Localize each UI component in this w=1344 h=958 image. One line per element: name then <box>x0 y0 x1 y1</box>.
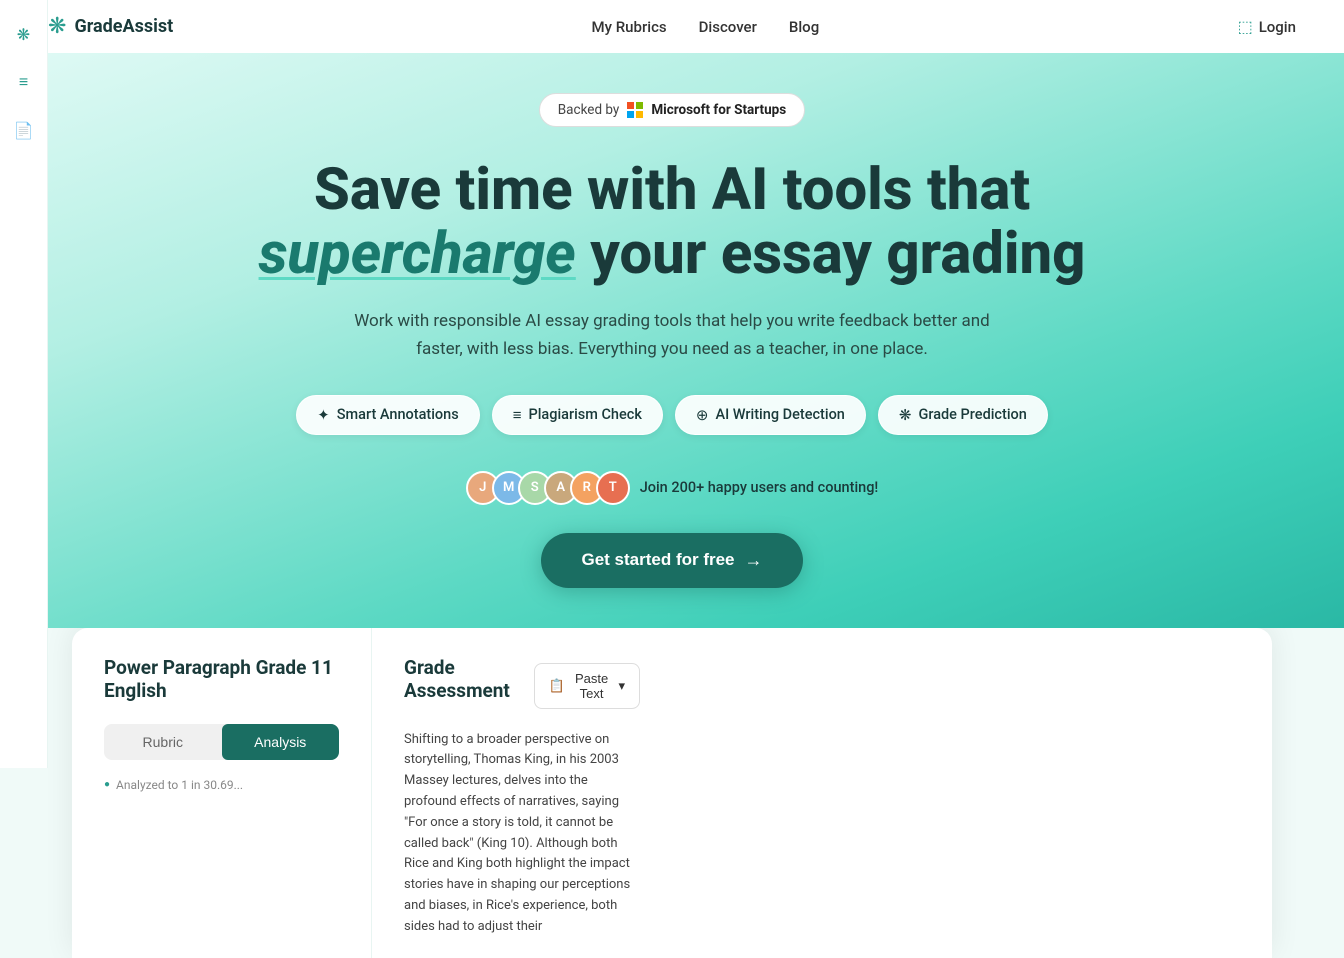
analyzed-text: ● Analyzed to 1 in 30.69... <box>104 778 339 792</box>
hero-section: Backed by Microsoft for Startups Save ti… <box>0 53 1344 628</box>
grade-prediction-icon: ❋ <box>899 406 912 424</box>
cta-label: Get started for free <box>581 550 734 570</box>
paste-icon: 📋 <box>549 678 565 694</box>
login-icon: ⬚ <box>1238 17 1253 36</box>
feature-pills: ✦ Smart Annotations ≡ Plagiarism Check ⊕… <box>48 395 1296 435</box>
grade-header: Grade Assessment 📋 Paste Text ▾ <box>404 656 640 716</box>
users-row: J M S A R T Join 200+ happy users and co… <box>48 471 1296 505</box>
logo[interactable]: ❋ GradeAssist <box>48 14 173 39</box>
nav-my-rubrics[interactable]: My Rubrics <box>592 18 667 36</box>
hero-title-line2: your essay grading <box>576 220 1086 288</box>
ai-writing-icon: ⊕ <box>696 406 709 424</box>
tab-analysis[interactable]: Analysis <box>222 724 340 760</box>
grade-content-text: Shifting to a broader perspective on sto… <box>404 730 640 938</box>
ms-badge-prefix: Backed by <box>558 102 620 118</box>
preview-card: ❋ ≡ 📄 Power Paragraph Grade 11 English R… <box>72 628 1272 958</box>
pill-ai-writing[interactable]: ⊕ AI Writing Detection <box>675 395 866 435</box>
cta-button[interactable]: Get started for free → <box>541 533 802 588</box>
pill-label-smart: Smart Annotations <box>337 406 459 423</box>
nav-links: My Rubrics Discover Blog <box>592 18 820 36</box>
preview-right-panel: Grade Assessment 📋 Paste Text ▾ Shifting… <box>372 628 672 958</box>
avatars: J M S A R T <box>466 471 630 505</box>
navbar: ❋ GradeAssist My Rubrics Discover Blog ⬚… <box>0 0 1344 53</box>
dot-icon: ● <box>104 779 110 790</box>
smart-annotations-icon: ✦ <box>317 406 330 424</box>
hero-title: Save time with AI tools that supercharge… <box>48 159 1296 287</box>
preview-left-panel: Power Paragraph Grade 11 English Rubric … <box>72 628 372 958</box>
ms-badge-brand: Microsoft for Startups <box>651 102 786 118</box>
logo-text: GradeAssist <box>74 16 173 37</box>
pill-smart-annotations[interactable]: ✦ Smart Annotations <box>296 395 480 435</box>
paste-text-button[interactable]: 📋 Paste Text ▾ <box>534 663 640 709</box>
preview-section: ❋ ≡ 📄 Power Paragraph Grade 11 English R… <box>0 628 1344 958</box>
grade-assessment-title: Grade Assessment <box>404 656 534 702</box>
chevron-down-icon: ▾ <box>618 678 625 694</box>
ms-badge: Backed by Microsoft for Startups <box>539 93 805 127</box>
hero-subtitle: Work with responsible AI essay grading t… <box>352 307 992 363</box>
pill-label-plagiarism: Plagiarism Check <box>528 406 641 423</box>
hero-title-highlight: supercharge <box>259 220 576 288</box>
ms-logo-icon <box>627 102 643 118</box>
tab-rubric[interactable]: Rubric <box>104 724 222 760</box>
preview-assignment-title: Power Paragraph Grade 11 English <box>104 656 339 702</box>
arrow-icon: → <box>745 550 763 571</box>
tab-row: Rubric Analysis <box>104 724 339 760</box>
nav-discover[interactable]: Discover <box>699 18 757 36</box>
avatar-6: T <box>596 471 630 505</box>
plagiarism-icon: ≡ <box>513 406 522 424</box>
nav-blog[interactable]: Blog <box>789 18 819 36</box>
users-text: Join 200+ happy users and counting! <box>640 479 879 496</box>
pill-plagiarism-check[interactable]: ≡ Plagiarism Check <box>492 395 663 435</box>
login-button[interactable]: ⬚ Login <box>1238 17 1296 36</box>
pill-label-grade: Grade Prediction <box>918 406 1026 423</box>
hero-title-line1: Save time with AI tools that <box>314 156 1030 224</box>
pill-grade-prediction[interactable]: ❋ Grade Prediction <box>878 395 1048 435</box>
logo-icon: ❋ <box>48 14 66 39</box>
pill-label-ai: AI Writing Detection <box>715 406 844 423</box>
login-label: Login <box>1259 18 1296 36</box>
